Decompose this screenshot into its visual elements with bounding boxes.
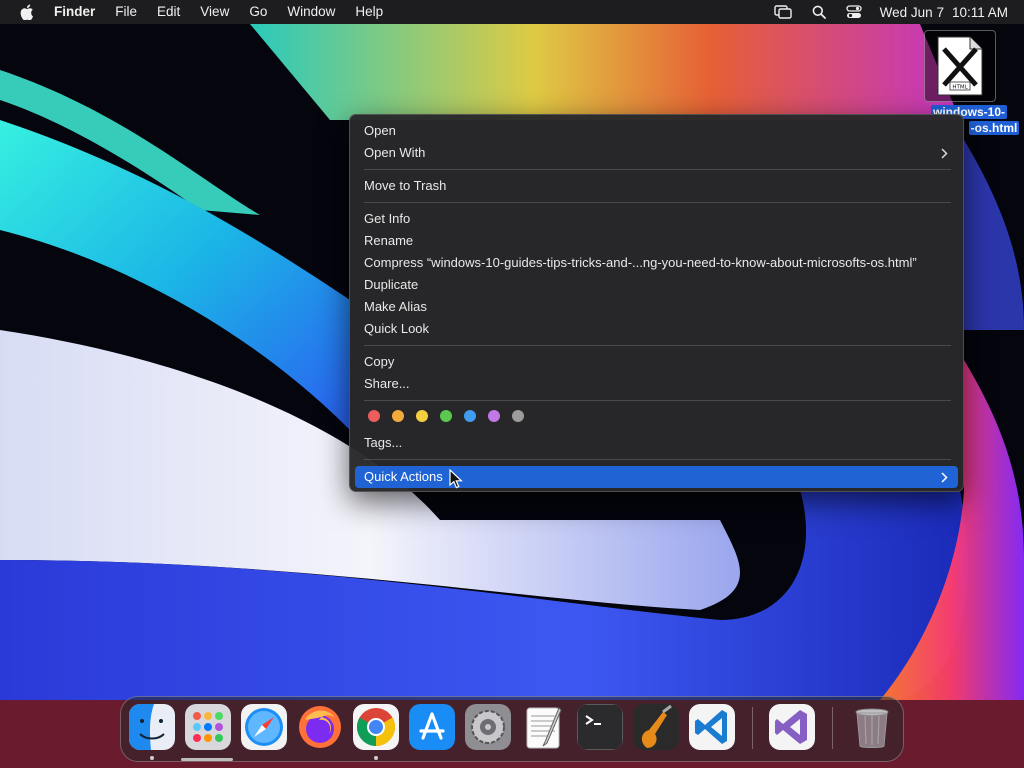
menu-item-label: Rename: [364, 233, 414, 248]
menu-separator: [364, 459, 951, 460]
menu-item-duplicate[interactable]: Duplicate: [355, 274, 958, 296]
context-menu: Open Open With Move to Trash Get Info Re…: [349, 114, 964, 492]
tag-orange[interactable]: [392, 410, 404, 422]
apple-menu-icon[interactable]: [0, 4, 54, 20]
file-label-line2: -os.html: [968, 121, 1020, 135]
menu-separator: [364, 202, 951, 203]
chrome-running-indicator: [374, 756, 378, 760]
tag-red[interactable]: [368, 410, 380, 422]
dock-scroll-indicator: [181, 758, 233, 761]
menu-item-open-with[interactable]: Open With: [355, 142, 958, 164]
menu-item-tags[interactable]: Tags...: [355, 432, 958, 454]
chevron-right-icon: [941, 142, 948, 164]
dock-textedit-icon[interactable]: [521, 704, 567, 750]
menu-help[interactable]: Help: [345, 0, 393, 24]
dock-chrome-icon[interactable]: [353, 704, 399, 750]
html-document-icon: HTML: [937, 36, 983, 96]
menu-view[interactable]: View: [190, 0, 239, 24]
menu-item-rename[interactable]: Rename: [355, 230, 958, 252]
menu-item-label: Get Info: [364, 211, 411, 226]
menu-separator: [364, 169, 951, 170]
menu-window[interactable]: Window: [277, 0, 345, 24]
menu-file[interactable]: File: [105, 0, 147, 24]
menu-item-label: Open: [364, 123, 396, 138]
menu-item-share[interactable]: Share...: [355, 373, 958, 395]
dock-vscode-icon[interactable]: [689, 704, 735, 750]
dock-firefox-icon[interactable]: [297, 704, 343, 750]
spotlight-search-icon[interactable]: [812, 5, 826, 19]
menu-item-quick-actions[interactable]: Quick Actions: [355, 466, 958, 488]
menu-bar-clock[interactable]: Wed Jun 7 10:11 AM: [880, 5, 1008, 20]
menu-item-label: Copy: [364, 354, 395, 369]
mouse-cursor-icon: [449, 468, 463, 494]
menu-item-label: Compress “windows-10-guides-tips-tricks-…: [364, 255, 917, 270]
thumb-html-text: HTML: [952, 85, 968, 91]
menu-item-make-alias[interactable]: Make Alias: [355, 296, 958, 318]
menu-item-copy[interactable]: Copy: [355, 351, 958, 373]
tag-gray[interactable]: [512, 410, 524, 422]
tag-green[interactable]: [440, 410, 452, 422]
menu-item-move-to-trash[interactable]: Move to Trash: [355, 175, 958, 197]
tag-purple[interactable]: [488, 410, 500, 422]
menu-item-get-info[interactable]: Get Info: [355, 208, 958, 230]
dock-launchpad-icon[interactable]: [185, 704, 231, 750]
menu-go[interactable]: Go: [239, 0, 277, 24]
tag-color-picker: [368, 410, 536, 422]
dock-trash-icon[interactable]: [849, 704, 895, 750]
menu-separator: [364, 400, 951, 401]
menu-item-label: Duplicate: [364, 277, 419, 292]
dock: [120, 696, 904, 762]
menu-separator: [364, 345, 951, 346]
menu-item-open[interactable]: Open: [355, 120, 958, 142]
tag-yellow[interactable]: [416, 410, 428, 422]
chevron-right-icon: [941, 466, 948, 488]
dock-divider: [752, 707, 753, 749]
dock-visual-studio-icon[interactable]: [769, 704, 815, 750]
clock-date: Wed Jun 7: [879, 4, 944, 20]
menu-item-label: Share...: [364, 376, 410, 391]
menu-item-label: Quick Actions: [364, 469, 443, 484]
menu-bar: Finder File Edit View Go Window Help Wed…: [0, 0, 1024, 24]
menu-item-label: Quick Look: [364, 321, 430, 336]
finder-running-indicator: [150, 756, 154, 760]
dock-system-preferences-icon[interactable]: [465, 704, 511, 750]
menu-item-compress[interactable]: Compress “windows-10-guides-tips-tricks-…: [355, 252, 958, 274]
html-file-thumbnail: HTML: [924, 30, 996, 102]
dock-safari-icon[interactable]: [241, 704, 287, 750]
dock-app-store-icon[interactable]: [409, 704, 455, 750]
clock-time: 10:11 AM: [951, 4, 1008, 20]
menu-item-label: Make Alias: [364, 299, 427, 314]
screen-mirroring-icon[interactable]: [773, 5, 792, 19]
tag-blue[interactable]: [464, 410, 476, 422]
dock-finder-icon[interactable]: [129, 704, 175, 750]
menu-item-label: Move to Trash: [364, 178, 447, 193]
menu-item-quick-look[interactable]: Quick Look: [355, 318, 958, 340]
menu-item-label: Tags...: [364, 435, 403, 450]
menu-app-name[interactable]: Finder: [54, 0, 105, 24]
menu-item-label: Open With: [364, 145, 426, 160]
dock-terminal-icon[interactable]: [577, 704, 623, 750]
dock-garageband-icon[interactable]: [633, 704, 679, 750]
dock-divider: [832, 707, 833, 749]
control-center-icon[interactable]: [846, 5, 862, 19]
menu-edit[interactable]: Edit: [147, 0, 190, 24]
